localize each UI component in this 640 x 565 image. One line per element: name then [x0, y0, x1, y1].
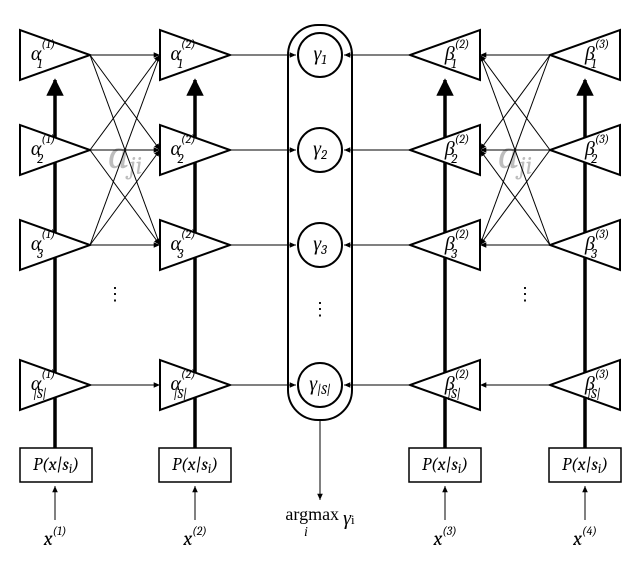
lbl-x2: x(2) — [182, 524, 206, 550]
svg-text:⋮: ⋮ — [436, 299, 454, 319]
transition-label-left: aji — [108, 130, 143, 181]
svg-text:⋮: ⋮ — [186, 299, 204, 319]
lbl-pbox-1: P(x|si) — [33, 454, 79, 477]
lbl-x4: x(4) — [572, 524, 597, 550]
lbl-pbox-4: P(x|si) — [562, 454, 608, 477]
lbl-x3: x(3) — [432, 524, 456, 550]
lbl-argmax: argmaxγi — [285, 504, 355, 530]
svg-text:⋮: ⋮ — [311, 299, 329, 319]
svg-text:⋮: ⋮ — [516, 284, 534, 304]
lbl-x1: x(1) — [43, 524, 67, 550]
edges-alpha1-alpha2 — [90, 55, 160, 385]
gamma-col — [298, 33, 342, 407]
bcjr-diagram: aji aji — [0, 0, 640, 565]
lbl-pbox-3: P(x|si) — [422, 454, 468, 477]
edges-beta3-beta2 — [480, 55, 550, 385]
lbl-pbox-2: P(x|si) — [172, 454, 218, 477]
svg-text:⋮: ⋮ — [106, 284, 124, 304]
edges-alpha2-gamma — [230, 55, 296, 385]
transition-label-right: aji — [498, 130, 533, 181]
edges-beta2-gamma — [344, 55, 410, 385]
vdots-row: ⋮ ⋮ ⋮ ⋮ ⋮ — [106, 284, 534, 319]
lbl-argmax-sub: i — [304, 525, 308, 540]
